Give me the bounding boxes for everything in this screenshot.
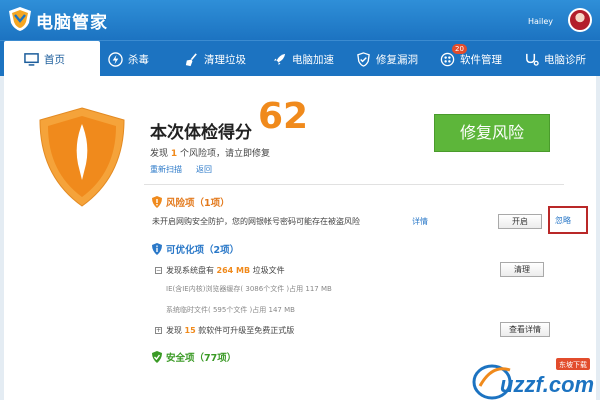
summary-prefix: 发现: [150, 149, 169, 159]
score-summary: 发现 1 个风险项，请立即修复: [150, 146, 270, 159]
soft-count: 15: [184, 326, 196, 335]
broom-icon: [185, 52, 197, 66]
tab-home[interactable]: 首页: [4, 41, 100, 77]
user-name[interactable]: Hailey: [528, 17, 553, 26]
risk-shield-icon: [39, 107, 125, 207]
safe-section-header: 安全项（77项）: [152, 350, 236, 364]
shield-patch-icon: [357, 51, 370, 67]
enable-protection-button[interactable]: 开启: [498, 214, 542, 229]
temp-files-item: 系统临时文件( 595个文件 )占用 147 MB: [166, 306, 295, 314]
info-shield-icon: [152, 243, 162, 255]
collapse-toggle[interactable]: −: [155, 267, 162, 274]
software-upgrade-text: 发现 15 款软件可升级至免费正式版: [166, 325, 294, 336]
divider: [144, 184, 564, 185]
risk-section-header: 风险项（1项）: [152, 195, 230, 209]
score-value: 62: [258, 96, 309, 137]
summary-suffix: 个风险项，请立即修复: [180, 149, 271, 159]
warning-shield-icon: [152, 196, 162, 208]
main-navbar: 首页 杀毒 清理垃圾 电脑加速 修复漏洞 软件管理 20 电脑诊所: [0, 40, 600, 77]
site-watermark-logo: uzzf.com 东坡下载: [472, 358, 594, 400]
tab-clinic[interactable]: 电脑诊所: [524, 41, 586, 77]
tab-cleanup-label: 清理垃圾: [204, 53, 246, 66]
tab-antivirus[interactable]: 杀毒: [108, 41, 149, 77]
avatar[interactable]: [568, 8, 592, 32]
tab-speedup-label: 电脑加速: [292, 53, 334, 66]
app-logo-icon: [9, 7, 31, 31]
optimize-section-title: 可优化项（2项）: [166, 245, 240, 256]
risk-section-title: 风险项（1项）: [166, 198, 230, 209]
apps-icon: [440, 52, 455, 66]
tab-home-label: 首页: [44, 53, 65, 66]
safe-section-title: 安全项（77项）: [166, 353, 237, 364]
tab-speedup[interactable]: 电脑加速: [272, 41, 334, 77]
tab-patch-label: 修复漏洞: [376, 53, 418, 66]
expand-toggle[interactable]: +: [155, 327, 162, 334]
checkup-result-panel: 本次体检得分 62 发现 1 个风险项，请立即修复 重新扫描 返回 修复风险 风…: [4, 76, 596, 400]
risk-detail-link[interactable]: 详情: [412, 216, 428, 227]
ignore-link[interactable]: 忽略: [555, 215, 571, 226]
watermark-tag: 东坡下载: [559, 360, 587, 369]
tab-clinic-label: 电脑诊所: [544, 53, 586, 66]
watermark-text: uzzf.com: [500, 372, 594, 397]
rescan-link[interactable]: 重新扫描: [150, 164, 182, 175]
monitor-icon: [24, 52, 39, 66]
optimize-section-header: 可优化项（2项）: [152, 242, 239, 256]
clean-button[interactable]: 清理: [500, 262, 544, 277]
junk-suffix: 垃圾文件: [252, 266, 285, 275]
soft-suffix: 款软件可升级至免费正式版: [198, 326, 295, 335]
software-update-badge: 20: [452, 44, 467, 54]
score-title: 本次体检得分: [150, 123, 252, 143]
junk-size: 264 MB: [216, 266, 251, 275]
view-details-button[interactable]: 查看详情: [500, 322, 550, 337]
browser-cache-item: IE(含IE内核)浏览器缓存( 3086个文件 )占用 117 MB: [166, 285, 332, 293]
tab-patch[interactable]: 修复漏洞: [356, 41, 418, 77]
check-shield-icon: [152, 351, 162, 363]
fix-risk-button[interactable]: 修复风险: [434, 114, 550, 152]
junk-prefix: 发现系统盘有: [166, 266, 214, 275]
app-title: 电脑管家: [36, 13, 108, 33]
risk-item-text: 未开启网购安全防护，您的网银帐号密码可能存在被盗风险: [152, 217, 360, 226]
tab-software-label: 软件管理: [460, 53, 502, 66]
stethoscope-icon: [526, 53, 539, 66]
soft-prefix: 发现: [166, 326, 182, 335]
tab-software[interactable]: 软件管理: [440, 41, 502, 77]
title-bar: 电脑管家 Hailey: [0, 0, 600, 40]
lightning-icon: [108, 51, 123, 67]
tab-antivirus-label: 杀毒: [128, 53, 149, 66]
risk-count: 1: [170, 149, 178, 159]
junk-item-text: 发现系统盘有 264 MB 垃圾文件: [166, 265, 285, 276]
back-link[interactable]: 返回: [196, 164, 212, 175]
rocket-icon: [273, 53, 286, 65]
tab-cleanup[interactable]: 清理垃圾: [184, 41, 246, 77]
